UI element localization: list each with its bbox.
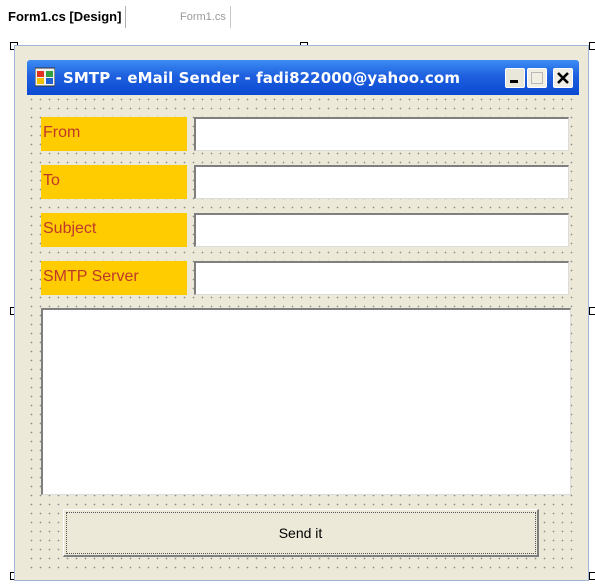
form-client-area: From To Subject SMTP Server Send it: [27, 95, 579, 570]
maximize-icon: [531, 72, 543, 84]
window-titlebar[interactable]: SMTP - eMail Sender - fadi822000@yahoo.c…: [27, 60, 579, 95]
to-input[interactable]: [194, 165, 569, 199]
message-body-textarea[interactable]: [41, 308, 571, 495]
smtp-server-input[interactable]: [194, 261, 569, 295]
minimize-button[interactable]: [505, 68, 525, 88]
subject-label: Subject: [41, 213, 187, 247]
designer-surface: SMTP - eMail Sender - fadi822000@yahoo.c…: [0, 34, 595, 586]
app-icon: [34, 67, 56, 87]
maximize-button[interactable]: [527, 68, 547, 88]
from-label: From: [41, 117, 187, 151]
close-icon: [557, 72, 569, 84]
send-button[interactable]: Send it: [63, 509, 539, 557]
close-button[interactable]: [553, 68, 573, 88]
subject-input[interactable]: [194, 213, 569, 247]
smtp-server-label: SMTP Server: [41, 261, 187, 295]
ide-document-tabs: Form1.cs [Design] Form1.cs: [0, 0, 595, 34]
resize-handle-bottom-right[interactable]: [589, 572, 595, 580]
tab-form-design[interactable]: Form1.cs [Design]: [4, 6, 127, 28]
tab-form-code[interactable]: Form1.cs: [176, 6, 231, 28]
window-title: SMTP - eMail Sender - fadi822000@yahoo.c…: [63, 69, 461, 87]
form-window: SMTP - eMail Sender - fadi822000@yahoo.c…: [14, 45, 589, 581]
minimize-icon: [510, 80, 518, 83]
resize-handle-top-right: [589, 42, 595, 50]
from-input[interactable]: [194, 117, 569, 151]
to-label: To: [41, 165, 187, 199]
resize-handle-right[interactable]: [589, 307, 595, 315]
